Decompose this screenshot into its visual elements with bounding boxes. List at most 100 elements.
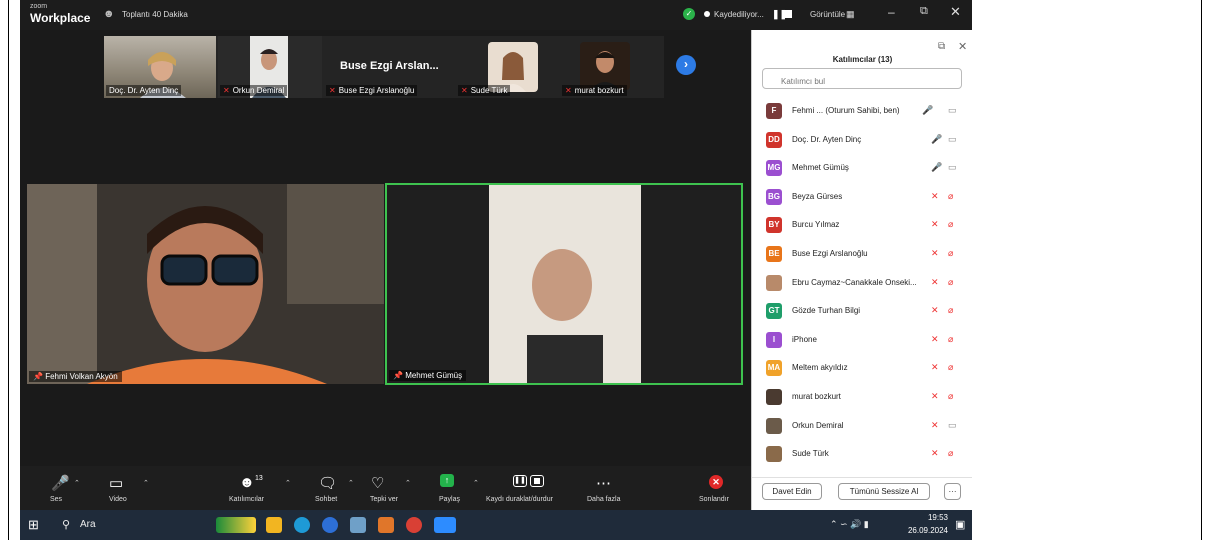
chevron-up-icon[interactable]: ⌃ — [405, 479, 411, 487]
share-button[interactable]: ↑ ⌃ Paylaş — [433, 466, 485, 510]
react-button[interactable]: ♡ ⌃ Tepki ver — [365, 466, 420, 510]
windows-start-icon[interactable]: ⊞ — [28, 517, 39, 533]
stop-recording-icon[interactable] — [784, 10, 792, 18]
muted-mic-icon[interactable]: ✕ — [931, 248, 939, 259]
popout-icon[interactable]: ⧉ — [938, 41, 945, 52]
video-tile-fehmi[interactable]: 📌 Fehmi Volkan Akyön — [27, 184, 384, 384]
camera-icon[interactable]: ▭ — [948, 134, 957, 145]
participant-row[interactable]: DD Doç. Dr. Ayten Dinç 🎤 ▭ — [752, 127, 972, 155]
record-control-button[interactable]: ❚❚ Kaydı duraklat/durdur — [486, 466, 576, 510]
muted-mic-icon[interactable]: ✕ — [931, 448, 939, 459]
thumbnail-display-name: Buse Ezgi Arslan... — [340, 60, 439, 72]
camera-off-icon[interactable]: ⌀ — [948, 334, 953, 345]
more-icon: ⋯ — [596, 475, 611, 492]
taskbar-search[interactable]: Ara — [80, 519, 96, 530]
camera-icon[interactable]: ▭ — [948, 162, 957, 173]
grid-view-icon[interactable]: ▦ — [846, 9, 855, 20]
security-shield-icon[interactable]: ✓ — [683, 8, 695, 20]
participant-row[interactable]: IiPhone ✕ ⌀ — [752, 327, 972, 355]
microphone-icon[interactable]: 🎤 — [922, 105, 933, 116]
camera-off-icon[interactable]: ⌀ — [948, 219, 953, 230]
store-icon[interactable] — [350, 517, 366, 533]
view-button[interactable]: Görüntüle — [810, 10, 845, 19]
muted-mic-icon[interactable]: ✕ — [931, 334, 939, 345]
muted-mic-icon[interactable]: ✕ — [931, 305, 939, 316]
invite-button[interactable]: Davet Edin — [762, 483, 822, 500]
thumbnail-tile[interactable]: ✕ Orkun Demiral — [218, 36, 322, 98]
camera-off-icon[interactable]: ⌀ — [948, 362, 953, 373]
participant-row[interactable]: BG Beyza Gürses ✕ ⌀ — [752, 184, 972, 212]
chevron-up-icon[interactable]: ⌃ — [348, 479, 354, 487]
mute-all-button[interactable]: Tümünü Sessize Al — [838, 483, 930, 500]
notification-icon[interactable]: ▣ — [955, 518, 965, 531]
chrome-icon[interactable] — [406, 517, 422, 533]
clock-date[interactable]: 26.09.2024 — [896, 526, 948, 535]
muted-mic-icon[interactable]: ✕ — [931, 362, 939, 373]
thumbnail-tile[interactable]: Buse Ezgi Arslan... ✕ Buse Ezgi Arslanoğl… — [324, 36, 454, 98]
next-page-arrow-icon[interactable]: › — [676, 55, 696, 75]
close-panel-icon[interactable]: ✕ — [958, 40, 967, 53]
minimize-icon[interactable]: – — [888, 5, 895, 19]
camera-off-icon[interactable]: ⌀ — [948, 448, 953, 459]
participant-row[interactable]: murat bozkurt ✕ ⌀ — [752, 384, 972, 412]
chevron-up-icon[interactable]: ⌃ — [473, 479, 479, 487]
close-icon[interactable]: ✕ — [950, 4, 961, 20]
participant-row[interactable]: MG Mehmet Gümüş 🎤 ▭ — [752, 155, 972, 183]
camera-off-icon[interactable]: ⌀ — [948, 248, 953, 259]
participant-search-input[interactable] — [762, 68, 962, 89]
footer-divider — [752, 477, 972, 478]
participants-button[interactable]: ☻ 13 ⌃ Katılımcılar — [225, 466, 295, 510]
avatar — [766, 446, 782, 463]
chevron-up-icon[interactable]: ⌃ — [74, 479, 80, 487]
participant-row[interactable]: GT Gözde Turhan Bilgi ✕ ⌀ — [752, 298, 972, 326]
microphone-icon[interactable]: 🎤 — [931, 162, 942, 173]
edge-browser-icon[interactable] — [294, 517, 310, 533]
participant-row[interactable]: Sude Türk ✕ ⌀ — [752, 441, 972, 469]
camera-icon[interactable]: ▭ — [948, 420, 957, 431]
file-explorer-icon[interactable] — [266, 517, 282, 533]
system-tray-icons[interactable]: ⌃ ∽ 🔊 ▮ — [830, 519, 869, 530]
participant-row[interactable]: MA Meltem akyıldız ✕ ⌀ — [752, 355, 972, 383]
camera-off-icon[interactable]: ⌀ — [948, 191, 953, 202]
app-icon[interactable] — [378, 517, 394, 533]
camera-off-icon[interactable]: ⌀ — [948, 391, 953, 402]
video-tile-mehmet[interactable]: 📌 Mehmet Gümüş — [385, 183, 743, 385]
chevron-up-icon[interactable]: ⌃ — [143, 479, 149, 487]
muted-mic-icon[interactable]: ✕ — [931, 391, 939, 402]
thumbnail-tile[interactable]: Doç. Dr. Ayten Dinç — [104, 36, 216, 98]
screenshot-frame: zoom Workplace ☻ Toplantı 40 Dakika ✓ Ka… — [0, 0, 1214, 540]
participant-row[interactable]: BY Burcu Yılmaz ✕ ⌀ — [752, 212, 972, 240]
end-meeting-button[interactable]: ✕ Sonlandır — [695, 466, 739, 510]
bird-widget-icon[interactable] — [216, 517, 256, 533]
restore-icon[interactable]: ⧉ — [920, 5, 928, 18]
camera-off-icon[interactable]: ⌀ — [948, 277, 953, 288]
thumbnail-tile[interactable]: ✕ Sude Türk — [456, 36, 558, 98]
microphone-icon[interactable]: 🎤 — [931, 134, 942, 145]
people-icon: ☻ — [103, 8, 115, 20]
audio-button[interactable]: 🎤 ⌃ Ses — [45, 466, 85, 510]
participant-name: Doç. Dr. Ayten Dinç — [792, 134, 862, 144]
zoom-taskbar-icon[interactable] — [434, 517, 456, 533]
chat-button[interactable]: 🗨 ⌃ Sohbet — [312, 466, 362, 510]
participant-row[interactable]: BE Buse Ezgi Arslanoğlu ✕ ⌀ — [752, 241, 972, 269]
participant-name: Sude Türk — [792, 449, 829, 459]
muted-mic-icon[interactable]: ✕ — [931, 191, 939, 202]
video-button[interactable]: ▭ ⌃ Video — [105, 466, 155, 510]
muted-mic-icon[interactable]: ✕ — [931, 219, 939, 230]
camera-icon[interactable]: ▭ — [948, 105, 957, 116]
camera-off-icon[interactable]: ⌀ — [948, 305, 953, 316]
avatar: GT — [766, 303, 782, 320]
more-button[interactable]: ⋯ Daha fazla — [585, 466, 630, 510]
chevron-up-icon[interactable]: ⌃ — [285, 479, 291, 487]
more-options-button[interactable]: ··· — [944, 483, 961, 500]
microphone-icon: 🎤 — [51, 475, 70, 492]
participant-row[interactable]: Ebru Caymaz~Canakkale Onseki... ✕ ⌀ — [752, 270, 972, 298]
muted-mic-icon[interactable]: ✕ — [931, 420, 939, 431]
muted-mic-icon[interactable]: ✕ — [931, 277, 939, 288]
app-icon[interactable] — [322, 517, 338, 533]
clock-time[interactable]: 19:53 — [906, 513, 948, 522]
thumbnail-tile[interactable]: ✕ murat bozkurt — [560, 36, 664, 98]
participant-row[interactable]: F Fehmi ... (Oturum Sahibi, ben) 🎤 ▭ — [752, 98, 972, 126]
search-icon[interactable]: ⚲ — [62, 518, 70, 531]
participant-row[interactable]: Orkun Demiral ✕ ▭ — [752, 413, 972, 441]
